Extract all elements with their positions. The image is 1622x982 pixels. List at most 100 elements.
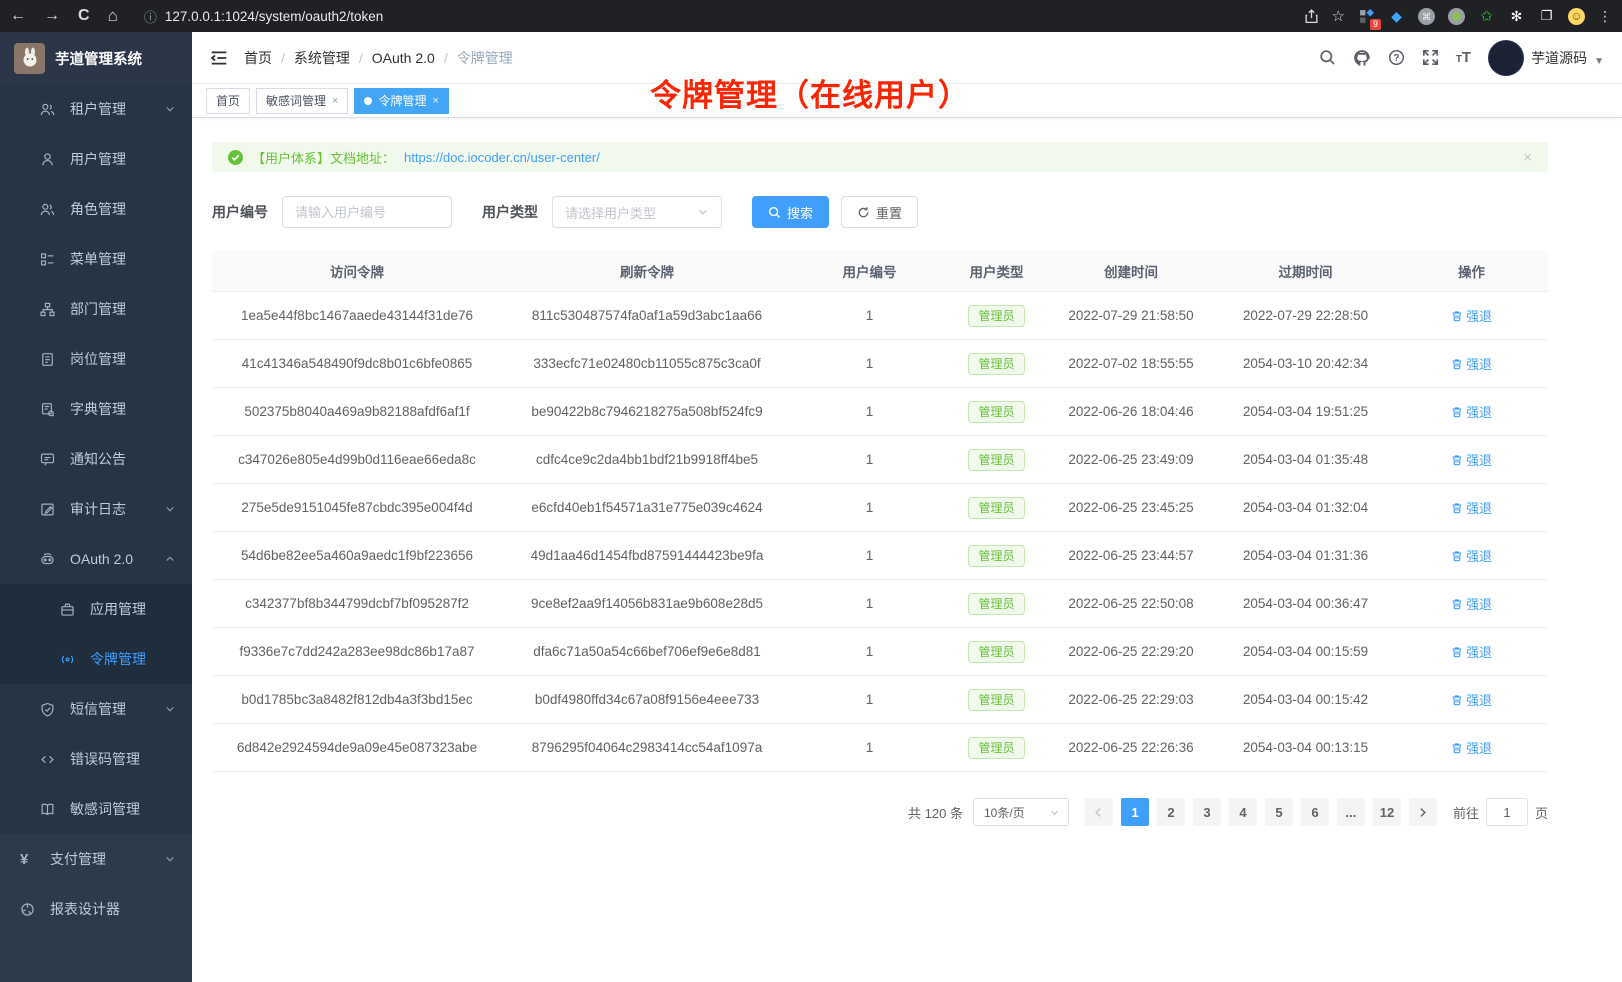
refresh-token-cell: 333ecfc71e02480cb11055c875c3ca0f (502, 356, 792, 371)
extension-reader-icon[interactable]: ❐ (1538, 8, 1555, 25)
sidebar-item-label: 字典管理 (70, 399, 126, 419)
github-icon[interactable] (1353, 49, 1371, 67)
site-info-icon[interactable]: ⓘ (144, 7, 157, 26)
force-logout-button[interactable]: 强退 (1451, 546, 1492, 565)
force-logout-button[interactable]: 强退 (1451, 498, 1492, 517)
force-logout-button[interactable]: 强退 (1451, 690, 1492, 709)
page-button-1[interactable]: 1 (1121, 798, 1149, 826)
profile-avatar-icon[interactable]: ☺ (1568, 8, 1585, 25)
breadcrumb-item: 令牌管理 (457, 48, 513, 68)
extension-record-icon[interactable] (1448, 8, 1465, 25)
browser-home-icon[interactable]: ⌂ (108, 6, 118, 26)
page-buttons: 123456...12 (1121, 798, 1401, 826)
page-button-12[interactable]: 12 (1373, 798, 1401, 826)
next-page-button[interactable] (1409, 798, 1437, 826)
page-button-6[interactable]: 6 (1301, 798, 1329, 826)
page-button-3[interactable]: 3 (1193, 798, 1221, 826)
app-logo[interactable]: 芋道管理系统 (0, 32, 192, 84)
extension-command-icon[interactable]: ⌘ (1418, 8, 1435, 25)
column-header: 用户类型 (947, 261, 1046, 281)
sidebar-item-label: 用户管理 (70, 149, 126, 169)
sidebar-item-menu[interactable]: 菜单管理 (0, 234, 192, 284)
fullscreen-icon[interactable] (1422, 49, 1439, 66)
created-time-cell: 2022-06-25 23:44:57 (1046, 548, 1216, 563)
sidebar-item-label: 支付管理 (50, 849, 106, 869)
font-size-icon[interactable]: TT (1456, 49, 1471, 66)
force-logout-button[interactable]: 强退 (1451, 450, 1492, 469)
badge-icon (40, 352, 56, 367)
alert-close-icon[interactable]: × (1523, 149, 1532, 166)
signal-icon (60, 652, 76, 667)
page-button-2[interactable]: 2 (1157, 798, 1185, 826)
sidebar-item-pay[interactable]: ¥支付管理 (0, 834, 192, 884)
sidebar-item-audit[interactable]: 审计日志 (0, 484, 192, 534)
breadcrumb-item[interactable]: 系统管理 (294, 48, 350, 68)
force-logout-label: 强退 (1466, 546, 1492, 565)
column-header: 用户编号 (792, 261, 947, 281)
force-logout-button[interactable]: 强退 (1451, 354, 1492, 373)
table-header-row: 访问令牌刷新令牌用户编号用户类型创建时间过期时间操作 (212, 250, 1548, 292)
browser-menu-icon[interactable]: ⋮ (1598, 8, 1612, 25)
address-bar[interactable]: ⓘ 127.0.0.1:1024/system/oauth2/token (132, 4, 1290, 29)
browser-reload-icon[interactable]: C (78, 7, 90, 25)
share-icon[interactable] (1304, 9, 1319, 24)
sidebar-item-dept[interactable]: 部门管理 (0, 284, 192, 334)
sidebar-item-tenant[interactable]: 租户管理 (0, 84, 192, 134)
sidebar-item-oauth2-token[interactable]: 令牌管理 (0, 634, 192, 684)
refresh-token-cell: 49d1aa46d1454fbd87591444423be9fa (502, 548, 792, 563)
breadcrumb-item[interactable]: 首页 (244, 48, 272, 68)
extension-flower-icon[interactable]: ✻ (1508, 8, 1525, 25)
search-button[interactable]: 搜索 (752, 196, 829, 228)
sidebar-item-errcode[interactable]: 错误码管理 (0, 734, 192, 784)
user-menu[interactable]: 芋道源码 ▼ (1488, 40, 1604, 76)
page-button-5[interactable]: 5 (1265, 798, 1293, 826)
alert-doc-link[interactable]: https://doc.iocoder.cn/user-center/ (404, 150, 600, 165)
force-logout-button[interactable]: 强退 (1451, 738, 1492, 757)
force-logout-button[interactable]: 强退 (1451, 402, 1492, 421)
close-icon[interactable]: × (332, 95, 338, 107)
extension-blocks-icon[interactable]: 9 (1358, 8, 1375, 25)
sidebar-item-oauth2-app[interactable]: 应用管理 (0, 584, 192, 634)
page-size-select[interactable]: 10条/页 (973, 798, 1069, 826)
goto-page-input[interactable] (1486, 798, 1528, 826)
sidebar-item-user[interactable]: 用户管理 (0, 134, 192, 184)
refresh-token-cell: 9ce8ef2aa9f14056b831ae9b608e28d5 (502, 596, 792, 611)
tab-令牌管理[interactable]: 令牌管理× (354, 88, 448, 114)
breadcrumb-item[interactable]: OAuth 2.0 (372, 50, 435, 66)
sidebar-item-sensitive[interactable]: 敏感词管理 (0, 784, 192, 834)
extension-star-icon[interactable]: ✩ (1478, 8, 1495, 25)
browser-forward-icon[interactable]: → (44, 7, 60, 25)
page-button-4[interactable]: 4 (1229, 798, 1257, 826)
hamburger-icon[interactable] (210, 49, 228, 67)
sidebar-item-sms[interactable]: 短信管理 (0, 684, 192, 734)
sidebar-item-notice[interactable]: 通知公告 (0, 434, 192, 484)
bookmark-star-icon[interactable]: ☆ (1332, 7, 1345, 25)
sidebar-item-dict[interactable]: 字典管理 (0, 384, 192, 434)
user-id-input[interactable] (282, 196, 452, 228)
reset-button[interactable]: 重置 (841, 196, 918, 228)
force-logout-button[interactable]: 强退 (1451, 642, 1492, 661)
user-type-select[interactable]: 请选择用户类型 (552, 196, 722, 228)
sidebar-item-label: 角色管理 (70, 199, 126, 219)
user-id-cell: 1 (792, 500, 947, 515)
help-icon[interactable]: ? (1388, 49, 1405, 66)
tab-首页[interactable]: 首页 (206, 88, 250, 114)
chevron-down-icon (164, 703, 176, 715)
extension-gem-icon[interactable]: ◆ (1388, 8, 1405, 25)
browser-back-icon[interactable]: ← (10, 7, 26, 25)
prev-page-button[interactable] (1085, 798, 1113, 826)
user-type-tag: 管理员 (968, 401, 1024, 423)
actions-cell: 强退 (1395, 690, 1548, 709)
org-tree-icon (40, 302, 56, 317)
sidebar-item-post[interactable]: 岗位管理 (0, 334, 192, 384)
force-logout-button[interactable]: 强退 (1451, 594, 1492, 613)
sidebar-item-oauth2[interactable]: OAuth 2.0 (0, 534, 192, 584)
sidebar-item-report[interactable]: 报表设计器 (0, 884, 192, 934)
user-type-cell: 管理员 (947, 353, 1046, 375)
tab-敏感词管理[interactable]: 敏感词管理× (256, 88, 348, 114)
force-logout-button[interactable]: 强退 (1451, 306, 1492, 325)
sidebar-item-role[interactable]: 角色管理 (0, 184, 192, 234)
search-icon[interactable] (1319, 49, 1336, 66)
close-icon[interactable]: × (432, 95, 438, 107)
page-ellipsis[interactable]: ... (1337, 798, 1365, 826)
